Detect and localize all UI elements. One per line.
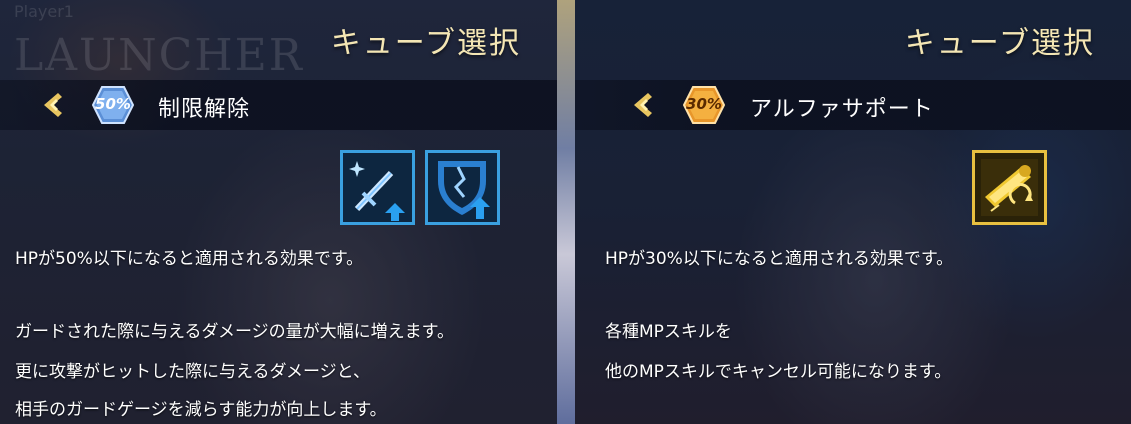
cube-name: 制限解除 [158,97,251,122]
hp-threshold-badge: 50% [92,86,134,124]
desc-line-4: 相手のガードゲージを減らす能力が向上します。 [15,400,387,420]
back-chevron-icon[interactable] [38,89,70,121]
badge-percent: 50% [95,95,131,113]
panel-title: キューブ選択 [330,26,521,61]
desc-line-3: 更に攻撃がヒットした際に与えるダメージと、 [15,362,370,382]
cube-name: アルファサポート [750,97,934,122]
desc-line-1: HPが30%以下になると適用される効果です。 [605,249,954,269]
watermark-launcher: LAUNCHER [14,30,304,81]
sword-up-icon [340,150,415,225]
desc-line-1: HPが50%以下になると適用される効果です。 [15,249,364,269]
watermark-player: Player1 [14,2,74,21]
cube-panel-left: Player1 LAUNCHER キューブ選択 50% 制限解除 HPが50%以… [0,0,557,424]
cube-panel-right: キューブ選択 30% アルファサポート HPが30%以下になると適用される効果で… [575,0,1131,424]
desc-line-2: ガードされた際に与えるダメージの量が大幅に増えます。 [15,322,454,342]
desc-line-2: 各種MPスキルを [605,322,732,342]
scroll-cycle-icon [972,150,1047,225]
panel-divider [557,0,575,424]
cube-header-bar [0,80,557,130]
panel-title: キューブ選択 [904,26,1095,61]
broken-shield-up-icon [425,150,500,225]
hp-threshold-badge: 30% [683,86,725,124]
badge-percent: 30% [686,95,722,113]
back-chevron-icon[interactable] [628,89,660,121]
desc-line-3: 他のMPスキルでキャンセル可能になります。 [605,362,952,382]
